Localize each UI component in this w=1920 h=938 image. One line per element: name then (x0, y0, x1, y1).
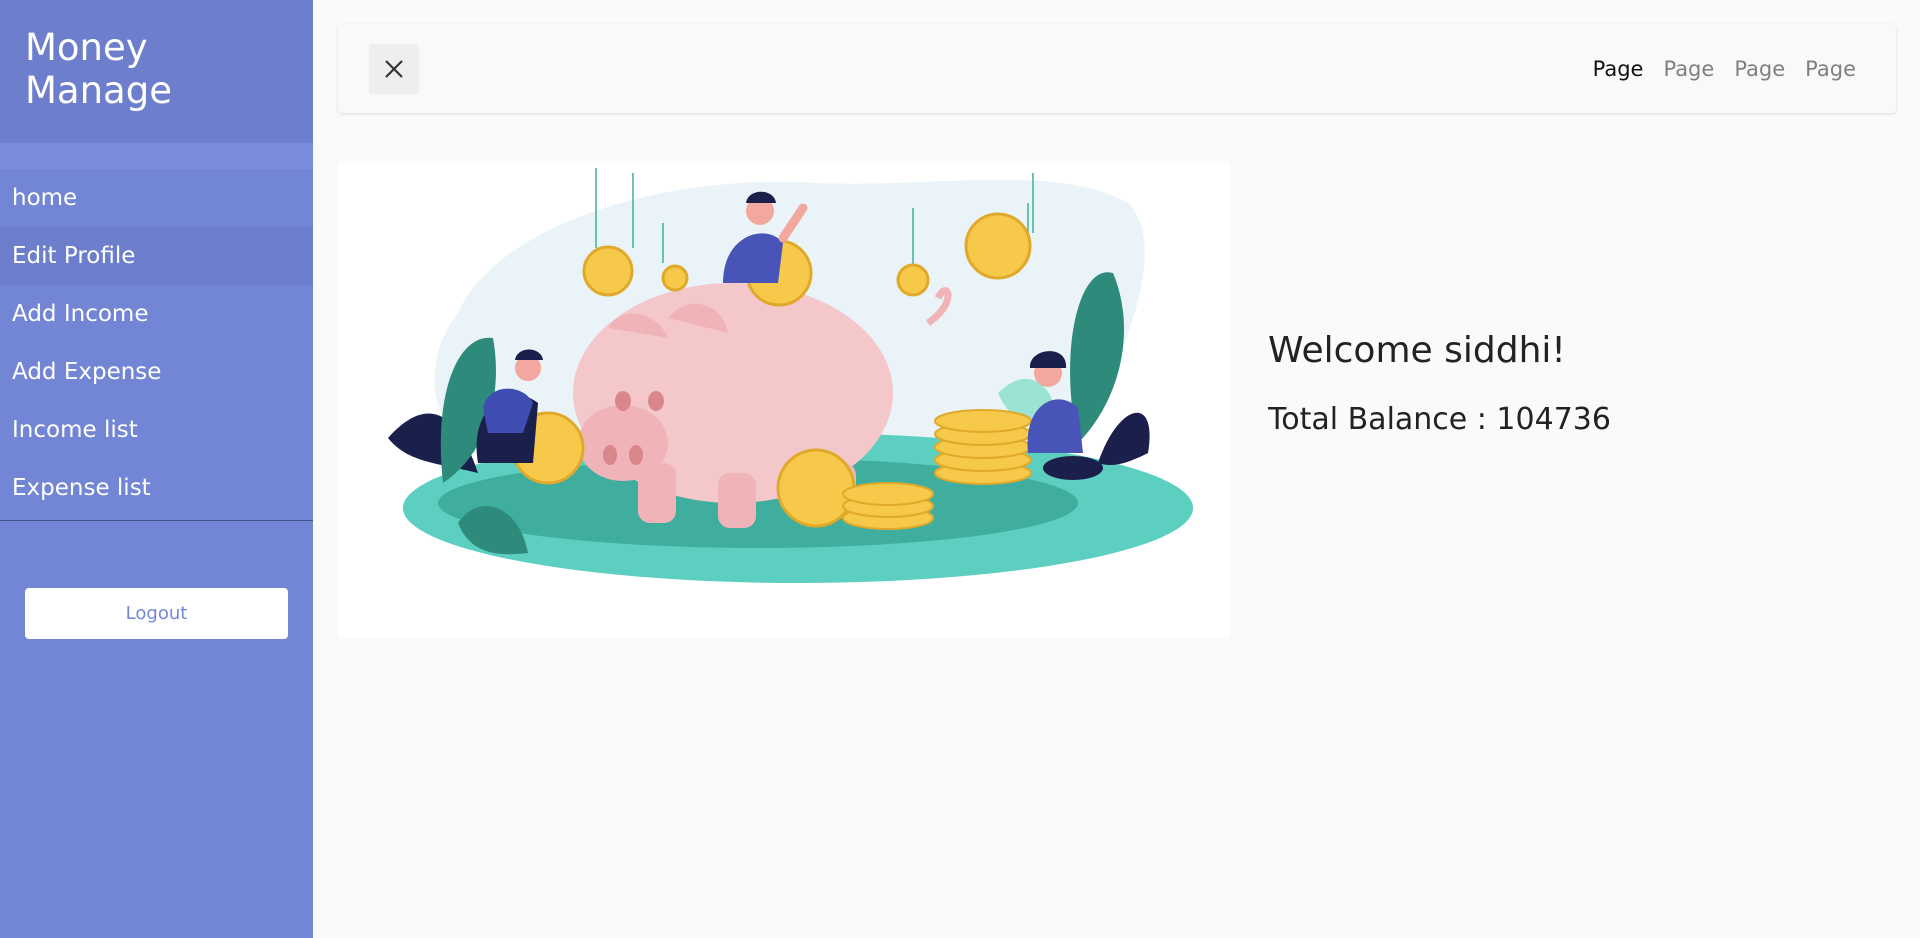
welcome-heading: Welcome siddhi! (1268, 330, 1566, 371)
sidebar-toggle-button[interactable] (369, 44, 419, 94)
sidebar-item-income-list[interactable]: Income list (0, 401, 313, 459)
top-nav-link-3[interactable]: Page (1734, 57, 1785, 81)
sidebar: Money Manage home Edit Profile Add Incom… (0, 0, 313, 938)
top-nav-link-2[interactable]: Page (1663, 57, 1714, 81)
brand-spacer (0, 143, 313, 169)
piggy-bank-svg (388, 168, 1193, 583)
brand-title: Money Manage (0, 0, 313, 143)
top-nav-link-4[interactable]: Page (1805, 57, 1856, 81)
sidebar-item-edit-profile[interactable]: Edit Profile (0, 227, 313, 285)
sidebar-nav: home Edit Profile Add Income Add Expense… (0, 169, 313, 517)
top-nav-link-1[interactable]: Page (1593, 57, 1644, 81)
logout-button[interactable]: Logout (25, 588, 288, 639)
sidebar-divider (0, 520, 313, 521)
top-nav: Page Page Page Page (1593, 24, 1856, 113)
sidebar-item-expense-list[interactable]: Expense list (0, 459, 313, 517)
sidebar-item-add-expense[interactable]: Add Expense (0, 343, 313, 401)
sidebar-item-home[interactable]: home (0, 169, 313, 227)
top-navbar: Page Page Page Page (338, 24, 1896, 113)
total-balance: Total Balance : 104736 (1268, 402, 1611, 437)
sidebar-item-add-income[interactable]: Add Income (0, 285, 313, 343)
piggy-bank-illustration (338, 163, 1230, 638)
close-icon (385, 60, 403, 78)
